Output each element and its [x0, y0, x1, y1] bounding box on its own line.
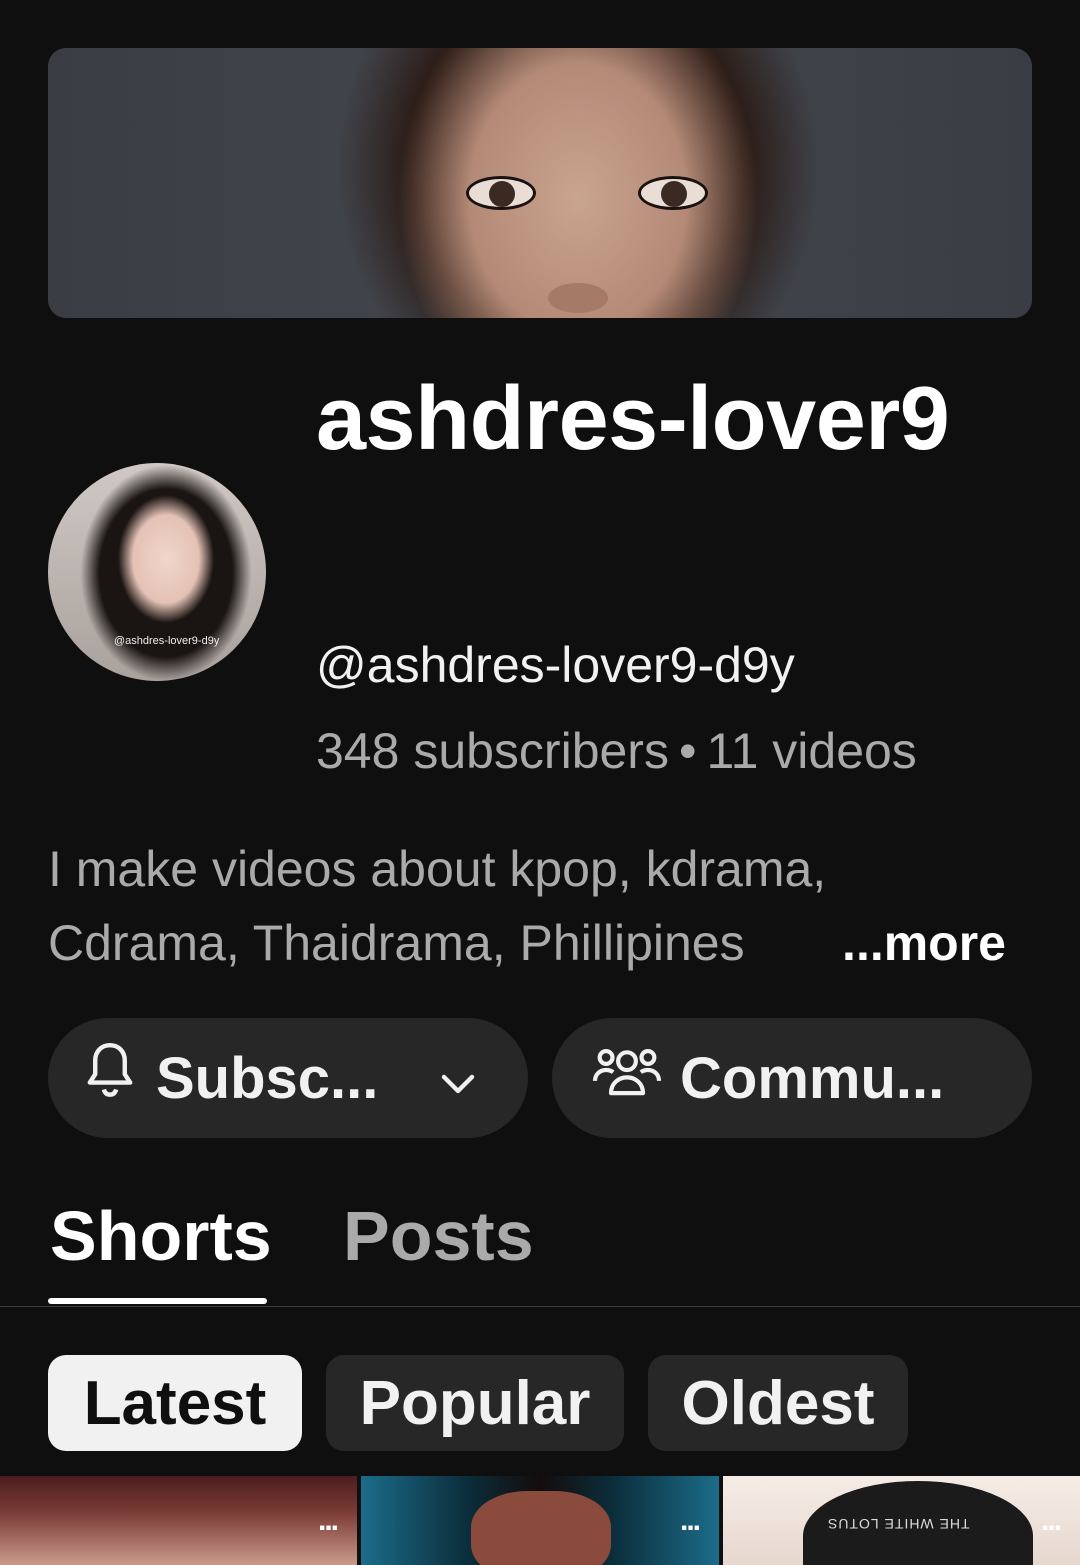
channel-name: ashdres-lover9 — [316, 369, 950, 469]
channel-stats: 348 subscribers • 11 videos — [316, 722, 917, 780]
description-more-link[interactable]: ...more — [842, 906, 1006, 980]
banner-image-detail — [548, 283, 608, 313]
short-thumbnail[interactable]: ... — [0, 1476, 357, 1565]
chip-latest[interactable]: Latest — [48, 1355, 302, 1451]
subscribe-label: Subsc... — [156, 1045, 379, 1111]
short-thumbnail[interactable]: ... — [361, 1476, 719, 1565]
short-thumbnail[interactable]: THE WHITE LOTUS ... — [723, 1476, 1080, 1565]
channel-tabs: Shorts Posts — [0, 1180, 1080, 1307]
channel-avatar[interactable]: @ashdres-lover9-d9y — [48, 463, 266, 681]
more-vert-icon[interactable]: ... — [318, 1504, 339, 1538]
bell-icon — [80, 1039, 140, 1117]
video-count: 11 videos — [706, 723, 917, 779]
chip-oldest[interactable]: Oldest — [648, 1355, 908, 1451]
more-vert-icon[interactable]: ... — [680, 1504, 701, 1538]
subscriber-count: 348 subscribers — [316, 723, 669, 779]
thumbnail-image-detail — [471, 1491, 611, 1565]
subscribe-button[interactable]: Subsc... — [48, 1018, 528, 1138]
banner-image-detail — [638, 176, 708, 210]
thumbnail-cap-text: THE WHITE LOTUS — [827, 1516, 970, 1532]
chevron-down-icon[interactable] — [434, 1054, 482, 1121]
tab-selected-indicator — [48, 1298, 267, 1304]
banner-image-detail — [466, 176, 536, 210]
channel-banner — [48, 48, 1032, 318]
tab-shorts[interactable]: Shorts — [50, 1196, 272, 1276]
avatar-watermark: @ashdres-lover9-d9y — [114, 635, 220, 647]
community-label: Commu... — [680, 1045, 945, 1111]
community-button[interactable]: Commu... — [552, 1018, 1032, 1138]
channel-handle: @ashdres-lover9-d9y — [316, 637, 795, 693]
stats-separator: • — [678, 723, 697, 779]
more-vert-icon[interactable]: ... — [1041, 1504, 1062, 1538]
community-icon — [590, 1039, 664, 1117]
channel-description[interactable]: I make videos about kpop, kdrama, Cdrama… — [48, 832, 1038, 980]
tab-posts[interactable]: Posts — [343, 1196, 534, 1276]
chip-popular[interactable]: Popular — [326, 1355, 624, 1451]
description-line: I make videos about kpop, kdrama, — [48, 841, 827, 897]
